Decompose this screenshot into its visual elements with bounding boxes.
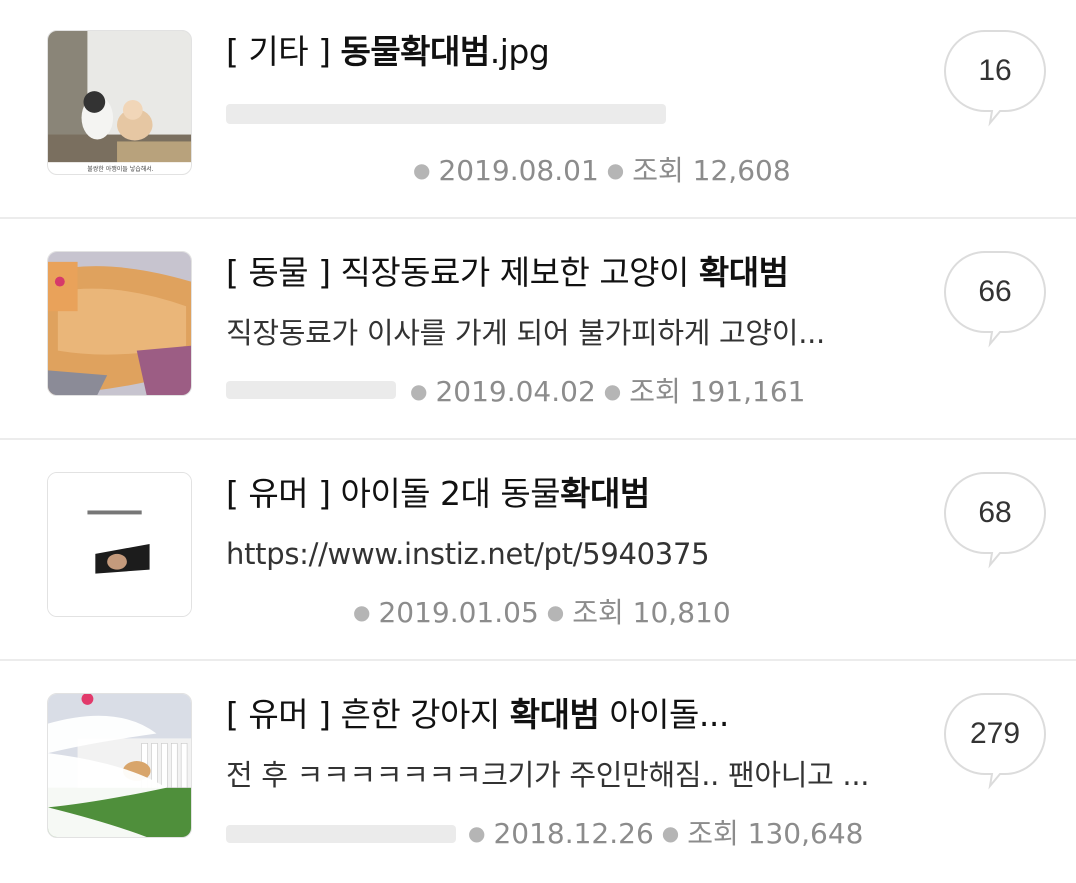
views-count: 191,161 [689,375,806,408]
comment-count-bubble[interactable]: 16 [944,30,1046,127]
post-category: [ 기타 ] [226,32,331,71]
obscured-author [226,825,456,843]
kittens-image [48,31,191,174]
idol-image [48,473,191,616]
views-label: 조회 [687,817,739,850]
obscured-author [226,381,396,399]
comment-count-bubble[interactable]: 68 [944,472,1046,569]
post-meta: ● 2019.04.02 ● 조회 191,161 [402,373,805,410]
post-meta: ● 2019.01.05 ● 조회 10,810 [345,594,731,631]
post-category: [ 유머 ] [226,695,331,734]
views-count: 130,648 [747,817,864,850]
post-snippet: https://www.instiz.net/pt/5940375 [226,537,710,571]
title-text: 흔한 강아지 [340,695,510,734]
post-thumbnail[interactable] [47,251,192,396]
views-label: 조회 [629,375,681,408]
separator-dot: ● [603,379,622,403]
list-item[interactable]: [ 유머 ] 흔한 강아지 확대범 아이돌... 전 후 ㅋㅋㅋㅋㅋㅋㅋ크기가 … [0,663,1076,883]
post-meta: ● 2018.12.26 ● 조회 130,648 [460,815,863,852]
divider [0,438,1076,440]
post-title[interactable]: [ 유머 ] 흔한 강아지 확대범 아이돌... [226,693,729,737]
post-title[interactable]: [ 기타 ] 동물확대범.jpg [226,30,550,74]
post-title[interactable]: [ 동물 ] 직장동료가 제보한 고양이 확대범 [226,251,789,295]
views-count: 10,810 [632,596,731,629]
thumbnail-caption: 불쌍한 아깽이들 낳습해서. [87,166,154,173]
post-date: 2019.01.05 [378,596,539,629]
separator-dot: ● [546,600,565,624]
separator-dot: ● [661,821,680,845]
separator-dot: ● [468,821,486,845]
views-count: 12,608 [692,154,791,187]
title-highlight: 확대범 [560,474,650,513]
separator-dot: ● [353,600,371,624]
divider [0,659,1076,661]
title-highlight: 확대범 [509,695,600,734]
post-thumbnail[interactable] [47,472,192,617]
puppy-image [48,694,191,837]
divider [0,217,1076,219]
obscured-snippet [226,104,666,124]
post-date: 2018.12.26 [493,817,654,850]
comment-count: 279 [969,717,1021,750]
post-meta: ● 2019.08.01 ● 조회 12,608 [405,152,791,189]
comment-count: 66 [978,275,1012,308]
post-thumbnail[interactable] [47,693,192,838]
separator-dot: ● [410,379,428,403]
comment-count-bubble[interactable]: 279 [944,693,1046,790]
post-title[interactable]: [ 유머 ] 아이돌 2대 동물확대범 [226,472,650,516]
separator-dot: ● [413,158,431,182]
list-item[interactable]: [ 동물 ] 직장동료가 제보한 고양이 확대범 직장동료가 이사를 가게 되어… [0,221,1076,441]
separator-dot: ● [606,158,625,182]
title-highlight: 확대범 [698,253,789,292]
post-category: [ 동물 ] [226,253,331,292]
post-date: 2019.04.02 [435,375,596,408]
comment-count: 68 [978,496,1012,529]
title-text: 직장동료가 제보한 고양이 [340,253,699,292]
title-highlight: 동물확대범 [340,32,490,71]
list-item[interactable]: [ 유머 ] 아이돌 2대 동물확대범 https://www.instiz.n… [0,442,1076,662]
list-item[interactable]: 불쌍한 아깽이들 낳습해서. [ 기타 ] 동물확대범.jpg ● 2019.08… [0,0,1076,220]
comment-count-bubble[interactable]: 66 [944,251,1046,348]
post-snippet: 직장동료가 이사를 가게 되어 불가피하게 고양이... [226,316,825,350]
post-snippet: 전 후 ㅋㅋㅋㅋㅋㅋㅋ크기가 주인만해짐.. 팬아니고 ... [226,758,870,792]
post-category: [ 유머 ] [226,474,331,513]
views-label: 조회 [572,596,624,629]
title-suffix: 아이돌... [599,695,729,734]
comment-count: 16 [978,54,1012,87]
title-text: 아이돌 2대 동물 [340,474,561,513]
post-thumbnail[interactable]: 불쌍한 아깽이들 낳습해서. [47,30,192,175]
post-list: 불쌍한 아깽이들 낳습해서. [ 기타 ] 동물확대범.jpg ● 2019.08… [0,0,1076,878]
title-suffix: .jpg [489,32,550,71]
post-date: 2019.08.01 [438,154,599,187]
cat-image [48,252,191,395]
views-label: 조회 [632,154,684,187]
